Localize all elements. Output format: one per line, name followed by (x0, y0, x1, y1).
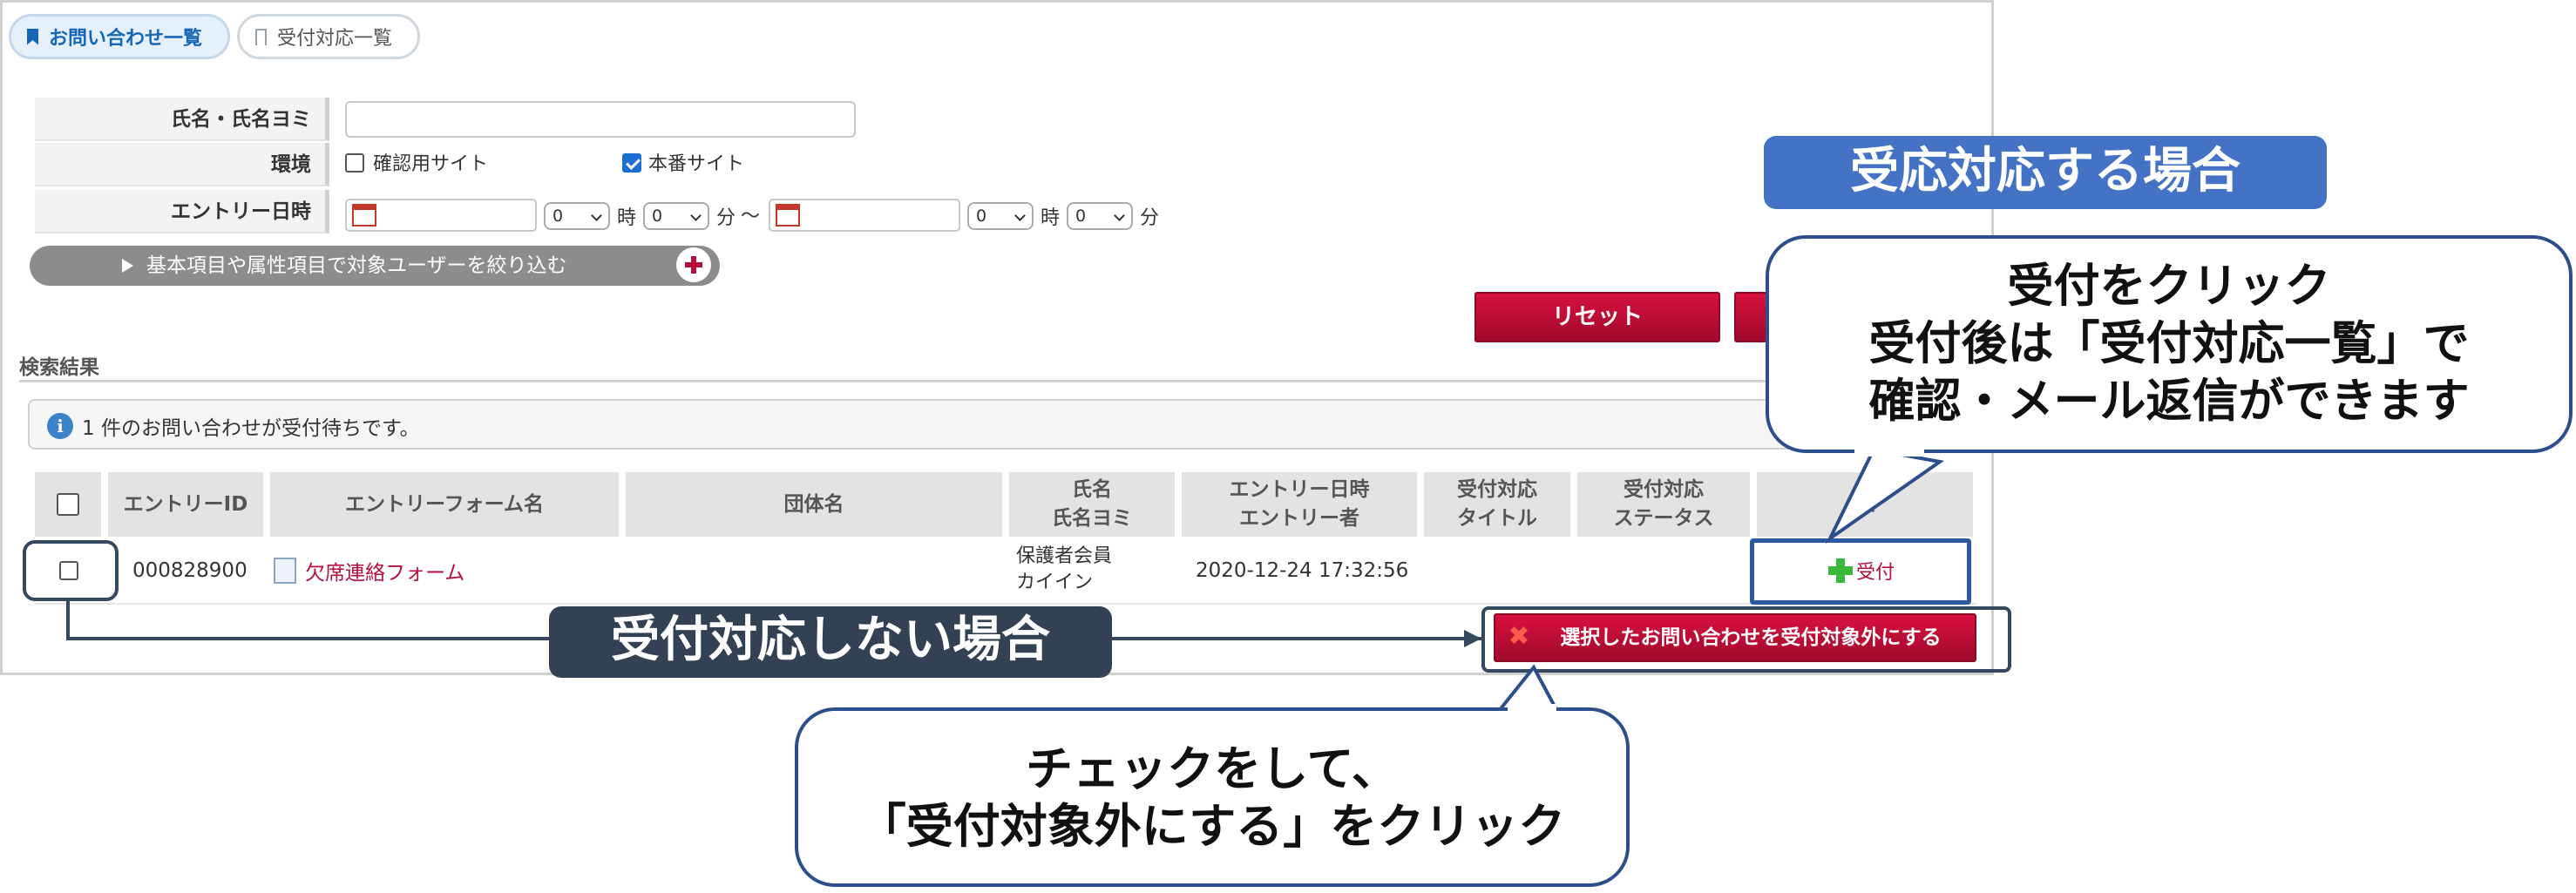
accept-note-bubble: 受付をクリック 受付後は「受付対応一覧」で 確認・メール返信ができます (1766, 235, 2573, 453)
accept-case-label: 受応対応する場合 (1764, 136, 2327, 209)
exclude-note-bubble: チェックをして、 「受付対象外にする」をクリック (795, 707, 1630, 887)
exclude-note-line: チェックをして、 (1026, 741, 1399, 796)
exclude-note-line: 「受付対象外にする」をクリック (858, 799, 1566, 854)
accept-note-line: 受付をクリック (2007, 260, 2331, 313)
connector-arrowhead (1464, 630, 1481, 647)
no-accept-case-label: 受付対応しない場合 (549, 606, 1112, 678)
accept-note-line: 受付後は「受付対応一覧」で (1868, 317, 2470, 370)
bubble-joint (1854, 446, 1924, 457)
speech-tail (1825, 447, 1945, 545)
accept-note-line: 確認・メール返信ができます (1868, 375, 2470, 428)
bubble-joint (1508, 704, 1556, 714)
